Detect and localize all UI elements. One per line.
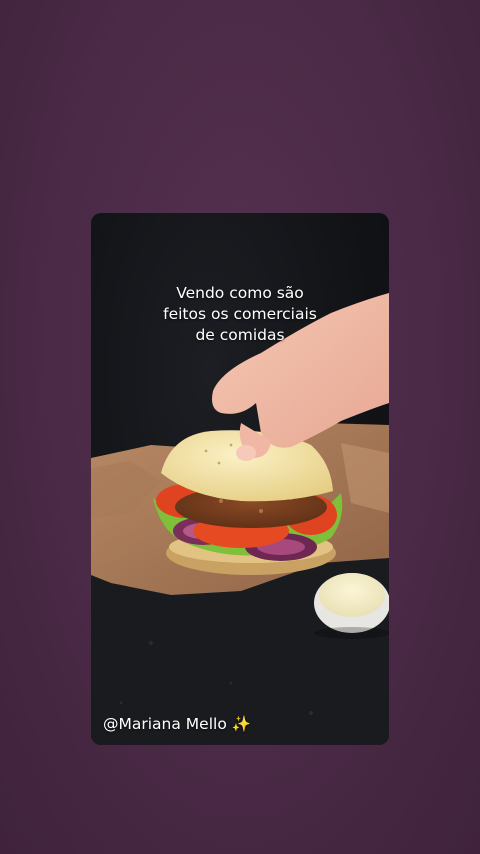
story-video-card[interactable]: Vendo como são feitos os comerciais de c… bbox=[91, 213, 389, 745]
author-credit[interactable]: @Mariana Mello ✨ bbox=[103, 715, 251, 733]
caption-line: feitos os comerciais bbox=[163, 305, 317, 323]
caption-line: de comidas bbox=[195, 326, 285, 344]
caption-line: Vendo como são bbox=[176, 284, 304, 302]
story-caption: Vendo como são feitos os comerciais de c… bbox=[91, 283, 389, 346]
